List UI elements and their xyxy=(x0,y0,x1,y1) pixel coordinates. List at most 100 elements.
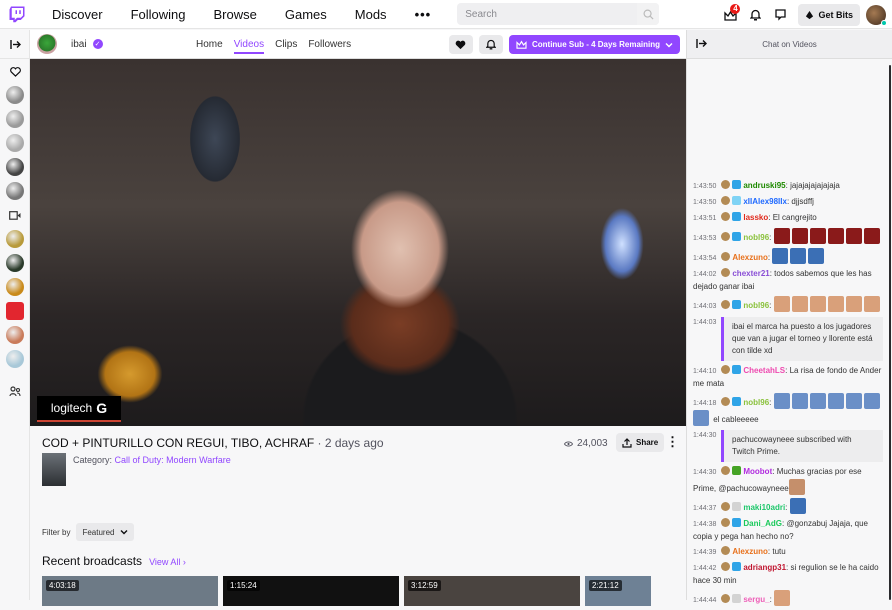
nav-following[interactable]: Following xyxy=(131,7,186,22)
category-line: Category: Call of Duty: Modern Warfare xyxy=(73,455,231,465)
get-bits-label: Get Bits xyxy=(818,10,853,20)
subscriber-badge-icon xyxy=(732,365,742,374)
chat-username[interactable]: lassko xyxy=(743,213,768,222)
sidebar-channel-avatar[interactable] xyxy=(0,275,30,299)
notification-bell-button[interactable] xyxy=(478,35,503,54)
broadcast-thumbnail[interactable]: 3:12:59 xyxy=(404,576,580,606)
system-message-text: pachucowayneee subscribed with Twitch Pr… xyxy=(721,430,883,462)
filter-dropdown[interactable]: Featured xyxy=(76,523,135,541)
get-bits-button[interactable]: Get Bits xyxy=(798,4,860,26)
search-input[interactable]: Search xyxy=(457,3,660,25)
emote-icon xyxy=(863,393,880,409)
category-link[interactable]: Call of Duty: Modern Warfare xyxy=(115,455,231,465)
broadcast-thumbnail[interactable]: 1:15:24 xyxy=(223,576,399,606)
prime-loot-button[interactable]: 4 xyxy=(718,4,742,26)
sidebar-channel-avatar[interactable] xyxy=(0,299,30,323)
more-menu-button[interactable]: ••• xyxy=(415,7,432,22)
broadcast-thumbnail[interactable]: 4:03:18 xyxy=(42,576,218,606)
expand-sidebar-button[interactable] xyxy=(0,30,30,59)
message-text: Muchas gracias por ese Prime, @pachucowa… xyxy=(693,467,862,493)
emote-icon xyxy=(791,228,808,244)
chat-username[interactable]: CheetahLS xyxy=(743,366,785,375)
avatar xyxy=(6,302,24,320)
chat-scrollbar[interactable] xyxy=(889,65,891,600)
timestamp: 1:43:53 xyxy=(693,235,717,242)
sidebar-channel-avatar[interactable] xyxy=(0,323,30,347)
duration-badge: 3:12:59 xyxy=(408,580,441,591)
follow-button[interactable] xyxy=(448,35,473,54)
chat-username[interactable]: xIIAlex98IIx xyxy=(743,197,787,206)
tab-home[interactable]: Home xyxy=(196,30,223,59)
emote-icon xyxy=(845,393,862,409)
search-button[interactable] xyxy=(637,3,660,25)
category-label: Category: xyxy=(73,455,113,465)
user-avatar[interactable] xyxy=(866,5,887,26)
notification-count-badge: 4 xyxy=(730,4,741,14)
timestamp: 1:44:30 xyxy=(693,432,717,439)
bell-icon xyxy=(485,39,496,50)
chat-username[interactable]: nobl96 xyxy=(743,398,769,407)
nav-games[interactable]: Games xyxy=(285,7,327,22)
tab-clips[interactable]: Clips xyxy=(275,30,297,59)
chat-username[interactable]: adriangp31 xyxy=(743,563,786,572)
chat-username[interactable]: chexter21 xyxy=(732,269,769,278)
chat-username[interactable]: Dani_AdG xyxy=(743,519,782,528)
avatar xyxy=(6,134,24,152)
emote-icon xyxy=(808,248,825,264)
sidebar-channel-avatar[interactable] xyxy=(0,131,30,155)
sidebar-channel-avatar[interactable] xyxy=(0,155,30,179)
recommended-friends[interactable] xyxy=(0,380,30,402)
tab-videos[interactable]: Videos xyxy=(233,30,265,59)
chat-username[interactable]: Alexzuno xyxy=(732,253,768,262)
nav-browse[interactable]: Browse xyxy=(214,7,257,22)
emote-icon xyxy=(773,393,790,409)
video-player[interactable]: logitech G xyxy=(30,59,686,426)
notifications-button[interactable] xyxy=(743,4,767,26)
view-all-link[interactable]: View All › xyxy=(149,557,186,567)
tab-followers[interactable]: Followers xyxy=(308,30,351,59)
continue-sub-button[interactable]: Continue Sub - 4 Days Remaining xyxy=(508,35,680,54)
user-badge-icon xyxy=(721,300,731,309)
channel-name[interactable]: ibai xyxy=(71,39,87,50)
chat-username[interactable]: nobl96 xyxy=(743,233,769,242)
chat-username[interactable]: nobl96 xyxy=(743,301,769,310)
system-message-text: ibai el marca ha puesto a los jugadores … xyxy=(721,317,883,361)
message-text: djjsdffj xyxy=(791,197,814,206)
subscriber-badge-icon xyxy=(732,196,742,205)
chat-message: 1:44:02 chexter21: todos sabemos que les … xyxy=(693,268,872,291)
nav-discover[interactable]: Discover xyxy=(52,7,103,22)
category-boxart[interactable] xyxy=(42,453,66,486)
message-text: el cableeeee xyxy=(711,415,759,424)
nav-mods[interactable]: Mods xyxy=(355,7,387,22)
chat-username[interactable]: andruski95 xyxy=(743,181,785,190)
duration-badge: 2:21:12 xyxy=(589,580,622,591)
emote-icon xyxy=(791,393,808,409)
chat-username[interactable]: Moobot xyxy=(743,467,772,476)
user-badge-icon xyxy=(721,562,731,571)
emote-icon xyxy=(827,296,844,312)
sidebar-channel-avatar[interactable] xyxy=(0,227,30,251)
sidebar-channel-avatar[interactable] xyxy=(0,251,30,275)
broadcast-thumbnail[interactable]: 2:21:12 xyxy=(585,576,651,606)
twitch-logo-icon[interactable] xyxy=(8,5,26,23)
friends-icon xyxy=(9,385,21,396)
sidebar-channel-avatar[interactable] xyxy=(0,347,30,371)
channel-avatar[interactable] xyxy=(37,34,57,54)
sidebar-channel-avatar[interactable] xyxy=(0,83,30,107)
chat-header: Chat on Videos xyxy=(687,30,892,59)
user-badge-icon xyxy=(721,212,731,221)
chat-username[interactable]: maki10adri xyxy=(743,503,785,512)
chat-message: 1:44:10 CheetahLS: La risa de fondo de An… xyxy=(693,365,882,388)
emote-icon xyxy=(791,296,808,312)
sidebar-channel-avatar[interactable] xyxy=(0,107,30,131)
channel-header: ibai ✓ Home Videos Clips Followers Conti… xyxy=(30,30,686,59)
eye-icon xyxy=(564,441,573,446)
more-options-kebab-icon[interactable]: ⋮ xyxy=(666,435,679,448)
chat-username[interactable]: Alexzuno xyxy=(732,547,768,556)
share-button[interactable]: Share xyxy=(616,433,665,452)
sidebar-channel-avatar[interactable] xyxy=(0,179,30,203)
subscriber-badge-icon xyxy=(732,232,742,241)
chat-message: 1:44:39 Alexzuno: tutu xyxy=(693,546,786,556)
whispers-button[interactable] xyxy=(768,4,792,26)
subscriber-badge-icon xyxy=(732,502,742,511)
